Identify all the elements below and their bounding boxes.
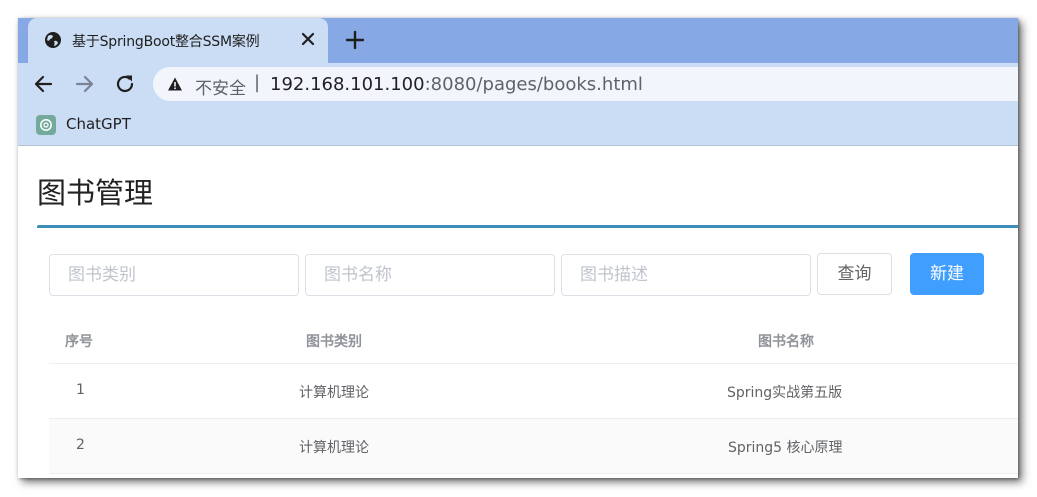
table-header: 序号 图书类别 图书名称 bbox=[49, 317, 1018, 364]
forward-arrow-icon[interactable] bbox=[71, 71, 97, 97]
header-type[interactable]: 图书类别 bbox=[306, 331, 362, 351]
bookmarks-bar: ChatGPT bbox=[18, 105, 1018, 146]
browser-window: 基于SpringBoot整合SSM案例 不安全 | 192.168.101.10… bbox=[18, 18, 1018, 478]
query-button[interactable]: 查询 bbox=[817, 253, 892, 295]
close-icon[interactable] bbox=[298, 29, 318, 49]
tab-strip: 基于SpringBoot整合SSM案例 bbox=[18, 18, 1018, 63]
back-arrow-icon[interactable] bbox=[31, 71, 57, 97]
url-text[interactable]: 192.168.101.100:8080/pages/books.html bbox=[270, 74, 643, 95]
cell-index: 1 bbox=[76, 382, 85, 398]
cell-name: Spring5 核心原理 bbox=[728, 440, 843, 456]
book-type-filter-input[interactable] bbox=[49, 254, 299, 296]
cell-name: Spring实战第五版 bbox=[727, 385, 843, 401]
page-title: 图书管理 bbox=[37, 176, 154, 210]
chatgpt-icon bbox=[36, 115, 56, 135]
new-button[interactable]: 新建 bbox=[910, 253, 984, 295]
header-index[interactable]: 序号 bbox=[65, 331, 93, 351]
book-name-filter-input[interactable] bbox=[305, 254, 555, 296]
browser-tab[interactable]: 基于SpringBoot整合SSM案例 bbox=[28, 18, 328, 63]
browser-toolbar: 不安全 | 192.168.101.100:8080/pages/books.h… bbox=[18, 63, 1018, 105]
title-divider bbox=[37, 225, 1018, 228]
book-description-filter-input[interactable] bbox=[561, 254, 811, 296]
cell-type: 计算机理论 bbox=[299, 440, 369, 456]
table-row[interactable]: 1 计算机理论 Spring实战第五版 bbox=[49, 364, 1018, 419]
cell-index: 2 bbox=[76, 437, 85, 453]
header-name[interactable]: 图书名称 bbox=[758, 331, 814, 351]
plus-icon[interactable] bbox=[344, 29, 366, 51]
globe-icon bbox=[45, 32, 61, 48]
url-path: :8080/pages/books.html bbox=[424, 74, 643, 95]
cell-type: 计算机理论 bbox=[299, 385, 369, 401]
reload-icon[interactable] bbox=[112, 71, 138, 97]
warning-icon[interactable] bbox=[167, 76, 183, 92]
address-bar[interactable]: 不安全 | 192.168.101.100:8080/pages/books.h… bbox=[153, 67, 1018, 101]
security-label[interactable]: 不安全 bbox=[195, 74, 246, 99]
bookmark-label: ChatGPT bbox=[66, 115, 131, 133]
address-separator: | bbox=[254, 72, 261, 93]
page-content: 图书管理 查询 新建 序号 图书类别 图书名称 1 计算机理论 Spring实战… bbox=[18, 147, 1018, 478]
url-host: 192.168.101.100 bbox=[270, 74, 425, 95]
tab-title: 基于SpringBoot整合SSM案例 bbox=[72, 34, 260, 50]
table-row[interactable]: 2 计算机理论 Spring5 核心原理 bbox=[49, 419, 1018, 474]
